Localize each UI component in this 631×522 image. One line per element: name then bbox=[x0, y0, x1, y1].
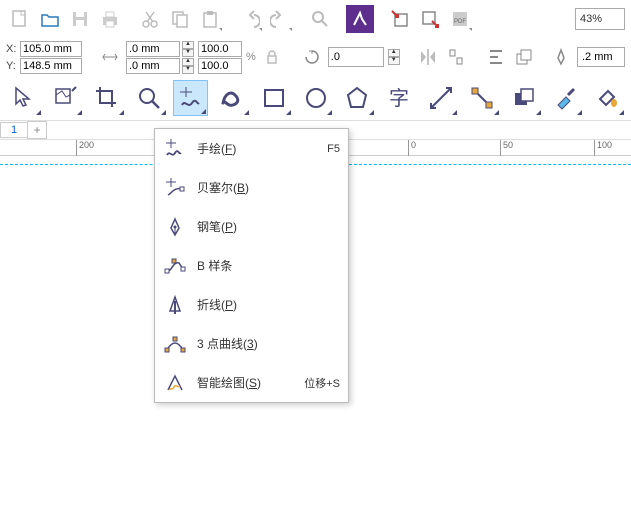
flyout-shortcut: 位移+S bbox=[304, 375, 340, 391]
flyout-bspline[interactable]: B 样条 bbox=[155, 246, 348, 285]
scale-group bbox=[198, 41, 242, 74]
polygon-tool[interactable] bbox=[339, 80, 375, 116]
flyout-3pt-curve[interactable]: 3 点曲线(3) bbox=[155, 324, 348, 363]
flyout-label: 贝塞尔(B) bbox=[197, 179, 340, 196]
rectangle-tool[interactable] bbox=[256, 80, 292, 116]
zoom-value: 43% bbox=[580, 13, 602, 25]
smart-drawing-icon bbox=[163, 371, 187, 395]
three-point-curve-icon bbox=[163, 332, 187, 356]
lock-ratio-button[interactable] bbox=[260, 45, 284, 69]
order-button[interactable] bbox=[512, 45, 536, 69]
ellipse-tool[interactable] bbox=[298, 80, 334, 116]
eyedropper-tool[interactable] bbox=[548, 80, 584, 116]
bezier-icon bbox=[163, 176, 187, 200]
print-button[interactable] bbox=[96, 5, 124, 33]
scale-x-input[interactable] bbox=[198, 41, 242, 57]
rotate-input[interactable] bbox=[328, 47, 384, 67]
bspline-icon bbox=[163, 254, 187, 278]
connector-tool[interactable] bbox=[464, 80, 500, 116]
undo-button[interactable] bbox=[236, 5, 264, 33]
copy-button[interactable] bbox=[166, 5, 194, 33]
mirror-h-button[interactable] bbox=[416, 45, 440, 69]
publish-pdf-button[interactable]: PDF bbox=[446, 5, 474, 33]
paste-button[interactable] bbox=[196, 5, 224, 33]
width-spinner[interactable]: ▲▼ bbox=[182, 41, 194, 57]
polyline-icon bbox=[163, 293, 187, 317]
pick-tool[interactable] bbox=[6, 80, 42, 116]
import-button[interactable] bbox=[386, 5, 414, 33]
add-page-button[interactable]: + bbox=[27, 121, 47, 139]
dimension-tool[interactable] bbox=[423, 80, 459, 116]
rotate-spinner[interactable]: ▲▼ bbox=[388, 49, 400, 65]
page-tab-1[interactable]: 1 bbox=[0, 122, 28, 138]
flyout-label: 折线(P) bbox=[197, 296, 340, 313]
flyout-label: B 样条 bbox=[197, 257, 340, 274]
flyout-polyline[interactable]: 折线(P) bbox=[155, 285, 348, 324]
flyout-freehand[interactable]: 手绘(F) F5 bbox=[155, 129, 348, 168]
position-group: X: Y: bbox=[6, 41, 82, 74]
toolbox-row: 字 bbox=[0, 76, 631, 120]
svg-text:PDF: PDF bbox=[454, 19, 466, 25]
freehand-icon bbox=[163, 137, 187, 161]
align-button[interactable] bbox=[484, 45, 508, 69]
zoom-level-field[interactable]: 43% bbox=[575, 8, 625, 30]
crop-tool[interactable] bbox=[89, 80, 125, 116]
y-label: Y: bbox=[6, 60, 18, 72]
percent-label: % bbox=[246, 51, 256, 63]
save-button[interactable] bbox=[66, 5, 94, 33]
open-button[interactable] bbox=[36, 5, 64, 33]
freehand-tool[interactable] bbox=[173, 80, 209, 116]
export-button[interactable] bbox=[416, 5, 444, 33]
app-launcher-button[interactable] bbox=[346, 5, 374, 33]
zoom-tool[interactable] bbox=[131, 80, 167, 116]
flyout-label: 3 点曲线(3) bbox=[197, 335, 340, 352]
height-input[interactable] bbox=[126, 58, 180, 74]
effects-tool[interactable] bbox=[506, 80, 542, 116]
text-tool[interactable]: 字 bbox=[381, 80, 417, 116]
x-input[interactable] bbox=[20, 41, 82, 57]
x-label: X: bbox=[6, 43, 18, 55]
flyout-label: 钢笔(P) bbox=[197, 218, 340, 235]
outline-pen-icon bbox=[549, 45, 573, 69]
flyout-pen[interactable]: 钢笔(P) bbox=[155, 207, 348, 246]
new-button[interactable] bbox=[6, 5, 34, 33]
size-icon bbox=[98, 45, 122, 69]
size-group: ▲▼ ▲▼ bbox=[126, 41, 194, 74]
flyout-bezier[interactable]: 贝塞尔(B) bbox=[155, 168, 348, 207]
property-bar: X: Y: ▲▼ ▲▼ % ▲▼ bbox=[0, 38, 631, 76]
shape-tool[interactable] bbox=[48, 80, 84, 116]
cut-button[interactable] bbox=[136, 5, 164, 33]
outline-width-input[interactable] bbox=[577, 47, 625, 67]
flyout-label: 手绘(F) bbox=[197, 140, 317, 157]
pen-icon bbox=[163, 215, 187, 239]
freehand-flyout: 手绘(F) F5 贝塞尔(B) 钢笔(P) B 样条 折线(P) 3 点曲线(3… bbox=[154, 128, 349, 403]
redo-button[interactable] bbox=[266, 5, 294, 33]
search-button[interactable] bbox=[306, 5, 334, 33]
height-spinner[interactable]: ▲▼ bbox=[182, 58, 194, 74]
main-toolbar: PDF 43% bbox=[0, 0, 631, 38]
artistic-media-tool[interactable] bbox=[214, 80, 250, 116]
mirror-v-button[interactable] bbox=[444, 45, 468, 69]
fill-tool[interactable] bbox=[589, 80, 625, 116]
flyout-label: 智能绘图(S) bbox=[197, 374, 294, 391]
flyout-smart-drawing[interactable]: 智能绘图(S) 位移+S bbox=[155, 363, 348, 402]
svg-text:字: 字 bbox=[389, 87, 409, 110]
scale-y-input[interactable] bbox=[198, 58, 242, 74]
flyout-shortcut: F5 bbox=[327, 143, 340, 155]
y-input[interactable] bbox=[20, 58, 82, 74]
width-input[interactable] bbox=[126, 41, 180, 57]
rotate-icon bbox=[300, 45, 324, 69]
